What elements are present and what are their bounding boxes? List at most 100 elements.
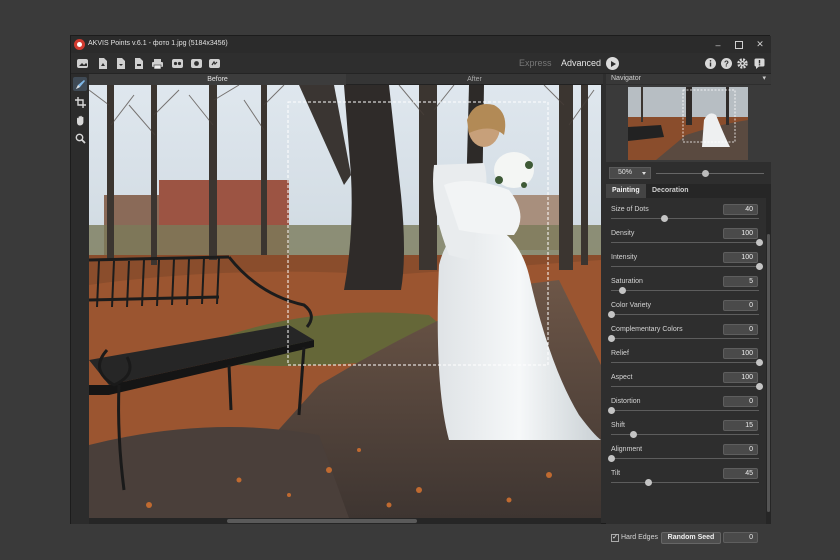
advanced-mode-button[interactable]: Advanced bbox=[561, 58, 601, 68]
param-slider-track[interactable] bbox=[611, 314, 759, 315]
param-label: Color Variety bbox=[611, 302, 651, 309]
param-value-field[interactable]: 100 bbox=[723, 228, 758, 239]
param-slider-track[interactable] bbox=[611, 290, 759, 291]
app-window: AKVIS Points v.6.1 - фото 1.jpg (5184x34… bbox=[70, 35, 771, 544]
chevron-down-icon[interactable]: ▾ bbox=[762, 74, 766, 82]
before-after-tabs: Before After bbox=[89, 74, 603, 85]
param-slider-track[interactable] bbox=[611, 386, 759, 387]
param-slider-track[interactable] bbox=[611, 218, 759, 219]
svg-text:?: ? bbox=[724, 59, 729, 68]
param-slider-thumb[interactable] bbox=[644, 479, 652, 486]
param-slider-track[interactable] bbox=[611, 458, 759, 459]
info-icon[interactable] bbox=[703, 56, 718, 71]
random-seed-button[interactable]: Random Seed bbox=[661, 532, 721, 544]
share-icon[interactable] bbox=[207, 56, 222, 71]
help-icon[interactable]: ? bbox=[719, 56, 734, 71]
param-value-field[interactable]: 40 bbox=[723, 204, 758, 215]
express-mode-button[interactable]: Express bbox=[519, 58, 552, 68]
crop-tool-icon[interactable] bbox=[73, 95, 87, 109]
param-slider-track[interactable] bbox=[611, 338, 759, 339]
maximize-icon[interactable] bbox=[732, 38, 746, 51]
notification-icon[interactable] bbox=[752, 56, 767, 71]
param-slider-thumb[interactable] bbox=[619, 287, 627, 294]
param-saturation: Saturation 5 bbox=[606, 275, 766, 299]
hand-tool-icon[interactable] bbox=[73, 113, 87, 127]
param-slider-track[interactable] bbox=[611, 482, 759, 483]
tab-painting[interactable]: Painting bbox=[606, 184, 646, 198]
param-value-field[interactable]: 0 bbox=[723, 300, 758, 311]
image-canvas[interactable] bbox=[89, 85, 601, 518]
save-file-icon[interactable] bbox=[113, 56, 128, 71]
param-value-field[interactable]: 100 bbox=[723, 348, 758, 359]
batch-icon[interactable] bbox=[170, 56, 185, 71]
canvas-horizontal-scrollbar[interactable] bbox=[89, 518, 601, 524]
param-slider-thumb[interactable] bbox=[755, 263, 763, 270]
tools-panel bbox=[71, 74, 89, 524]
param-slider-thumb[interactable] bbox=[607, 407, 615, 414]
param-slider-thumb[interactable] bbox=[607, 311, 615, 318]
zoom-slider-track[interactable] bbox=[656, 173, 764, 174]
param-value-field[interactable]: 5 bbox=[723, 276, 758, 287]
settings-icon[interactable] bbox=[735, 56, 750, 71]
parameter-tabs: Painting Decoration bbox=[606, 184, 771, 198]
export-file-icon[interactable] bbox=[131, 56, 146, 71]
settings-panel: Navigator ▾ 50% Painting Decoration Size… bbox=[606, 74, 771, 544]
tab-before[interactable]: Before bbox=[89, 74, 346, 85]
param-slider-thumb[interactable] bbox=[755, 239, 763, 246]
param-density: Density 100 bbox=[606, 227, 766, 251]
param-relief: Relief 100 bbox=[606, 347, 766, 371]
akvis-logo-icon bbox=[74, 39, 85, 50]
park-photo bbox=[89, 85, 601, 518]
panel-scrollbar[interactable] bbox=[766, 198, 771, 524]
param-label: Distortion bbox=[611, 398, 641, 405]
param-slider-thumb[interactable] bbox=[755, 383, 763, 390]
param-slider-thumb[interactable] bbox=[660, 215, 668, 222]
random-seed-field[interactable]: 0 bbox=[723, 532, 758, 543]
scroll-thumb[interactable] bbox=[227, 519, 417, 523]
param-label: Saturation bbox=[611, 278, 643, 285]
zoom-slider-thumb[interactable] bbox=[702, 170, 710, 177]
param-slider-thumb[interactable] bbox=[607, 455, 615, 462]
param-value-field[interactable]: 45 bbox=[723, 468, 758, 479]
seed-row: ✓ Hard Edges Random Seed 0 bbox=[606, 531, 766, 547]
param-value-field[interactable]: 100 bbox=[723, 372, 758, 383]
param-slider-track[interactable] bbox=[611, 410, 759, 411]
param-label: Tilt bbox=[611, 470, 621, 477]
param-slider-track[interactable] bbox=[611, 266, 759, 267]
param-alignment: Alignment 0 bbox=[606, 443, 766, 467]
hard-edges-checkbox[interactable]: ✓ bbox=[611, 534, 619, 542]
brush-tool-icon[interactable] bbox=[73, 77, 87, 91]
param-value-field[interactable]: 0 bbox=[723, 396, 758, 407]
param-distortion: Distortion 0 bbox=[606, 395, 766, 419]
param-value-field[interactable]: 0 bbox=[723, 444, 758, 455]
open-image-icon[interactable] bbox=[75, 56, 90, 71]
param-value-field[interactable]: 100 bbox=[723, 252, 758, 263]
param-color-variety: Color Variety 0 bbox=[606, 299, 766, 323]
print-icon[interactable] bbox=[150, 56, 165, 71]
param-slider-thumb[interactable] bbox=[755, 359, 763, 366]
scroll-thumb[interactable] bbox=[767, 234, 770, 512]
param-label: Intensity bbox=[611, 254, 638, 261]
presets-icon[interactable] bbox=[189, 56, 204, 71]
param-value-field[interactable]: 0 bbox=[723, 324, 758, 335]
open-file-icon[interactable] bbox=[95, 56, 110, 71]
param-value-field[interactable]: 15 bbox=[723, 420, 758, 431]
zoom-tool-icon[interactable] bbox=[73, 131, 87, 145]
param-intensity: Intensity 100 bbox=[606, 251, 766, 275]
param-slider-track[interactable] bbox=[611, 362, 759, 363]
run-play-icon[interactable] bbox=[606, 57, 619, 70]
tab-decoration[interactable]: Decoration bbox=[646, 184, 695, 198]
close-icon[interactable]: ✕ bbox=[753, 38, 767, 51]
navigator-thumbnail bbox=[606, 85, 771, 162]
tab-after[interactable]: After bbox=[346, 74, 603, 85]
param-size-of-dots: Size of Dots 40 bbox=[606, 203, 766, 227]
zoom-select[interactable]: 50% bbox=[609, 167, 651, 179]
minimize-icon[interactable]: – bbox=[711, 38, 725, 51]
param-slider-thumb[interactable] bbox=[607, 335, 615, 342]
hard-edges-label: Hard Edges bbox=[621, 534, 658, 541]
title-bar: AKVIS Points v.6.1 - фото 1.jpg (5184x34… bbox=[71, 36, 771, 53]
param-slider-thumb[interactable] bbox=[629, 431, 637, 438]
main-toolbar: Express Advanced ? bbox=[71, 53, 771, 74]
navigator-preview[interactable] bbox=[606, 85, 771, 162]
param-slider-track[interactable] bbox=[611, 242, 759, 243]
